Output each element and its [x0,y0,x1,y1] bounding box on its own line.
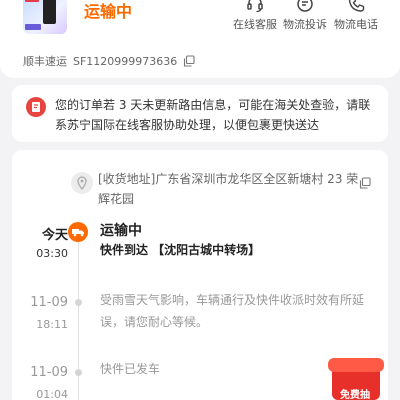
timeline-date: 11-09 18:11 [20,295,68,331]
complaint-icon [297,0,313,12]
customs-notice-text: 您的订单若 3 天未更新路由信息，可能在海关处查验，请联系苏宁国际在线客服协助处… [55,98,371,132]
shortcut-label: 在线客服 [233,18,277,31]
logistics-phone-button[interactable]: 物流电话 [329,0,383,32]
product-thumbnail[interactable] [23,0,67,34]
promo-label: 免费抽 [340,390,370,400]
event-status: 运输中 [100,223,142,239]
truck-icon [68,222,88,242]
receipt-alert-icon [26,97,46,117]
event-date: 今天 [41,228,68,243]
event-time: 18:11 [36,318,68,331]
shipment-status-card: 运输中 在线客服 物流投诉 物流电话 顺丰速运 SF1120999973636 [0,0,400,78]
tracking-number-row: 顺丰速运 SF1120999973636 [23,53,195,69]
customs-notice-card: 您的订单若 3 天未更新路由信息，可能在海关处查验，请联系苏宁国际在线客服协助处… [12,85,388,142]
event-time: 01:04 [36,388,68,400]
thumbnail-tag [25,24,41,30]
phone-icon [348,0,365,12]
shortcut-label: 物流投诉 [283,18,327,31]
copy-icon[interactable] [359,177,371,189]
logistics-complaint-button[interactable]: 物流投诉 [278,0,332,32]
location-pin-icon [71,172,93,194]
timeline-dot [75,299,82,306]
tracking-number: SF1120999973636 [73,54,178,68]
free-draw-promo-button[interactable]: 免费抽 [322,354,388,400]
headset-icon [247,0,263,13]
event-date: 11-09 [30,295,68,310]
copy-icon[interactable] [183,55,195,67]
event-time: 03:30 [36,247,68,260]
event-date: 11-09 [30,365,68,380]
online-service-button[interactable]: 在线客服 [228,0,282,32]
timeline-date: 11-09 01:04 [20,365,68,400]
delivery-address: [收货地址]广东省深圳市龙华区全区新塘村 23 荣辉花园 [98,172,359,206]
phone-product-image [43,0,56,24]
event-detail: 快件到达 【沈阳古城中转场】 [100,243,261,257]
timeline-date: 今天 03:30 [20,224,68,260]
timeline-dot [75,369,82,376]
shortcut-label: 物流电话 [334,18,378,31]
gift-box-lid [328,358,384,372]
event-description: 受雨雪天气影响，车辆通行及快件收派时效有所延误，请您耐心等候。 [100,293,365,329]
carrier-name: 顺丰速运 [23,55,67,68]
shipment-status-title: 运输中 [84,2,133,21]
thumbnail-tag [25,0,39,2]
